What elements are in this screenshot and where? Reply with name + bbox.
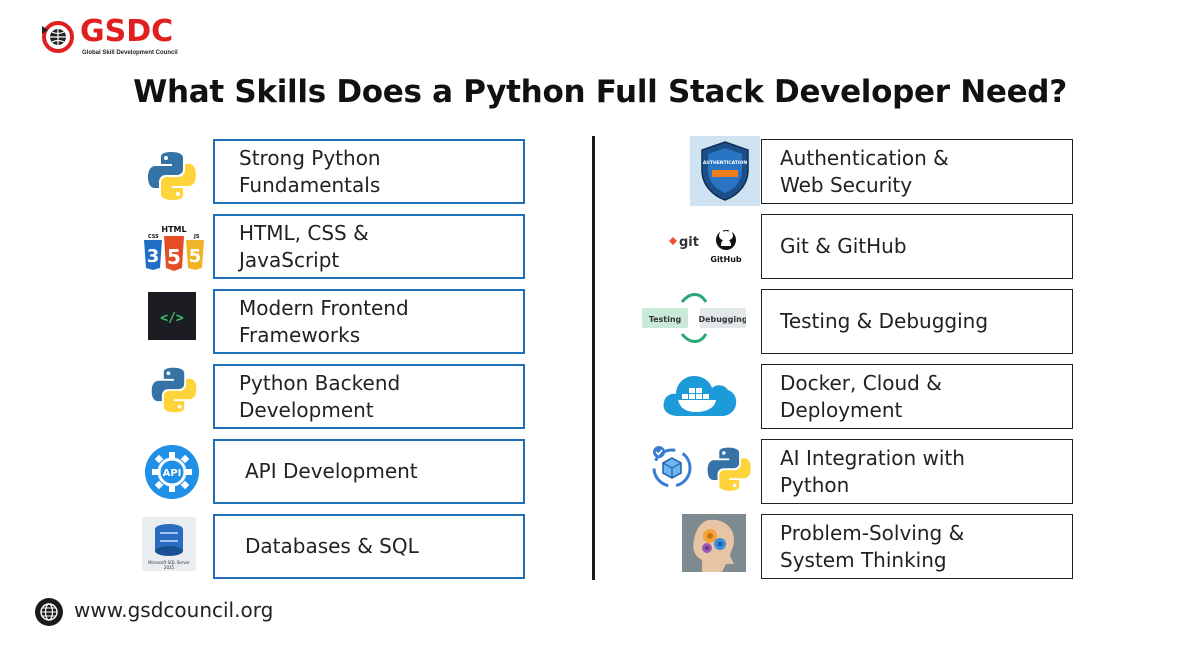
svg-text:5: 5 — [189, 246, 202, 267]
skill-box-frontend-frameworks: Modern Frontend Frameworks — [213, 289, 525, 354]
brand-name: GSDC — [80, 14, 174, 49]
skill-box-git-github: Git & GitHub — [761, 214, 1073, 279]
skill-box-authentication-security: Authentication & Web Security — [761, 139, 1073, 204]
security-shield-icon: AUTHENTICATION — [690, 136, 760, 206]
code-terminal-icon: </> — [148, 292, 196, 340]
skill-label: HTML, CSS & JavaScript — [239, 220, 369, 272]
svg-text:HTML: HTML — [161, 225, 186, 234]
skill-box-testing-debugging: Testing & Debugging — [761, 289, 1073, 354]
skill-label: Python Backend Development — [239, 370, 401, 422]
skill-box-html-css-js: HTML, CSS & JavaScript — [213, 214, 525, 279]
skill-label: API Development — [245, 459, 418, 483]
page-title: What Skills Does a Python Full Stack Dev… — [133, 74, 1067, 110]
globe-icon — [35, 598, 63, 626]
api-gear-icon: API — [145, 445, 199, 499]
svg-text:2025: 2025 — [164, 565, 175, 570]
skill-label: Databases & SQL — [245, 534, 419, 558]
svg-text:JS: JS — [193, 234, 200, 240]
git-github-icon: git GitHub — [669, 229, 742, 264]
column-divider — [592, 136, 595, 580]
skill-box-databases-sql: Databases & SQL — [213, 514, 525, 579]
docker-cloud-icon — [663, 376, 737, 416]
svg-text:GitHub: GitHub — [710, 255, 742, 264]
brand-logo: GSDC Global Skill Development Council — [36, 14, 186, 62]
skill-box-problem-solving: Problem-Solving & System Thinking — [761, 514, 1073, 579]
ai-python-icon — [652, 446, 751, 491]
skill-label: Problem-Solving & System Thinking — [780, 520, 965, 572]
svg-text:Debugging: Debugging — [698, 315, 746, 324]
footer-website-link[interactable]: www.gsdcouncil.org — [74, 598, 273, 622]
svg-text:</>: </> — [160, 311, 184, 326]
skill-box-docker-cloud: Docker, Cloud & Deployment — [761, 364, 1073, 429]
skill-label: Testing & Debugging — [780, 309, 989, 333]
skill-box-ai-integration: AI Integration with Python — [761, 439, 1073, 504]
svg-text:AUTHENTICATION: AUTHENTICATION — [703, 160, 747, 166]
svg-text:5: 5 — [167, 245, 181, 269]
python-logo-icon — [151, 367, 197, 413]
skill-label: Modern Frontend Frameworks — [239, 295, 409, 347]
skill-label: Git & GitHub — [780, 234, 907, 258]
skill-label: AI Integration with Python — [780, 445, 965, 497]
testing-debugging-cycle-icon: Testing Debugging — [642, 293, 746, 343]
html-css-js-icon: HTML CSS JS 3 5 5 — [144, 225, 204, 271]
brand-tagline: Global Skill Development Council — [82, 50, 178, 56]
skill-box-python-backend: Python Backend Development — [213, 364, 525, 429]
svg-text:Testing: Testing — [649, 315, 682, 324]
python-logo-icon — [148, 152, 196, 200]
skill-label: Authentication & Web Security — [780, 145, 949, 197]
svg-text:API: API — [163, 468, 182, 479]
globe-logo-icon — [42, 21, 74, 53]
sql-server-icon: Microsoft SQL Server 2025 — [142, 517, 196, 571]
svg-text:git: git — [679, 235, 699, 250]
skill-box-python-fundamentals: Strong Python Fundamentals — [213, 139, 525, 204]
brain-gears-icon — [682, 514, 746, 572]
svg-text:3: 3 — [147, 246, 160, 267]
skill-box-api-development: API Development — [213, 439, 525, 504]
skill-label: Strong Python Fundamentals — [239, 145, 381, 197]
skill-label: Docker, Cloud & Deployment — [780, 370, 942, 422]
svg-text:CSS: CSS — [148, 234, 159, 240]
